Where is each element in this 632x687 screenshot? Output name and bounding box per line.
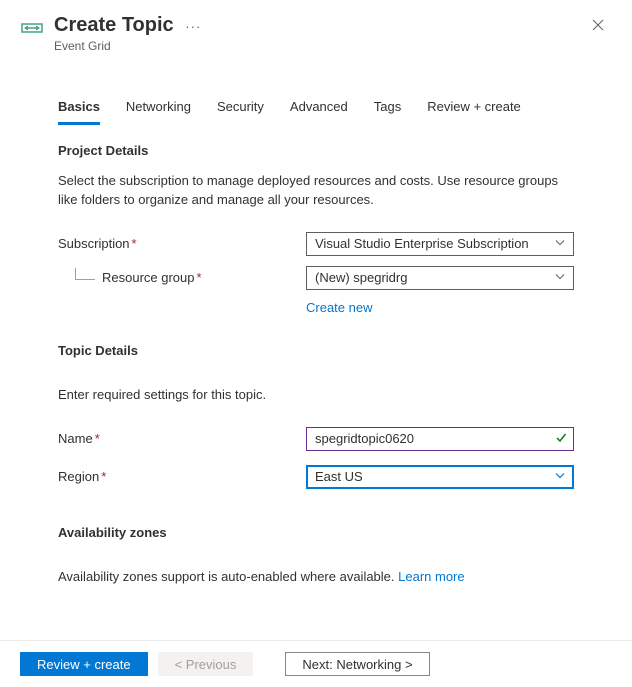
learn-more-link[interactable]: Learn more — [398, 569, 464, 584]
availability-desc: Availability zones support is auto-enabl… — [58, 568, 574, 587]
name-input[interactable] — [306, 427, 574, 451]
resource-group-dropdown[interactable]: (New) spegridrg — [306, 266, 574, 290]
close-button[interactable] — [584, 14, 612, 40]
topic-details-desc: Enter required settings for this topic. — [58, 386, 574, 405]
region-label: Region* — [58, 469, 306, 484]
tab-advanced[interactable]: Advanced — [290, 93, 348, 125]
subscription-label: Subscription* — [58, 236, 306, 251]
resource-group-value: (New) spegridrg — [315, 270, 407, 285]
section-topic-details: Topic Details — [58, 343, 574, 358]
section-project-details: Project Details — [58, 143, 574, 158]
review-create-button[interactable]: Review + create — [20, 652, 148, 676]
check-icon — [555, 431, 567, 446]
name-label: Name* — [58, 431, 306, 446]
form-body: Project Details Select the subscription … — [0, 125, 632, 586]
next-button[interactable]: Next: Networking > — [285, 652, 429, 676]
project-details-desc: Select the subscription to manage deploy… — [58, 172, 574, 210]
tab-review[interactable]: Review + create — [427, 93, 521, 125]
create-new-link[interactable]: Create new — [306, 300, 372, 315]
tab-networking[interactable]: Networking — [126, 93, 191, 125]
event-grid-icon — [20, 16, 44, 40]
tree-connector-icon — [75, 268, 95, 280]
more-icon[interactable]: ··· — [185, 19, 201, 34]
tab-security[interactable]: Security — [217, 93, 264, 125]
blade-header: Create Topic ··· Event Grid — [0, 0, 632, 73]
tab-basics[interactable]: Basics — [58, 93, 100, 125]
footer-bar: Review + create < Previous Next: Network… — [0, 640, 632, 687]
region-value: East US — [315, 469, 363, 484]
page-subtitle: Event Grid — [54, 39, 584, 53]
region-dropdown[interactable]: East US — [306, 465, 574, 489]
subscription-dropdown[interactable]: Visual Studio Enterprise Subscription — [306, 232, 574, 256]
tab-strip: Basics Networking Security Advanced Tags… — [0, 93, 632, 125]
tab-tags[interactable]: Tags — [374, 93, 401, 125]
resource-group-label: Resource group* — [58, 270, 306, 285]
subscription-value: Visual Studio Enterprise Subscription — [315, 236, 529, 251]
section-availability-zones: Availability zones — [58, 525, 574, 540]
previous-button: < Previous — [158, 652, 254, 676]
page-title: Create Topic ··· — [54, 14, 584, 37]
